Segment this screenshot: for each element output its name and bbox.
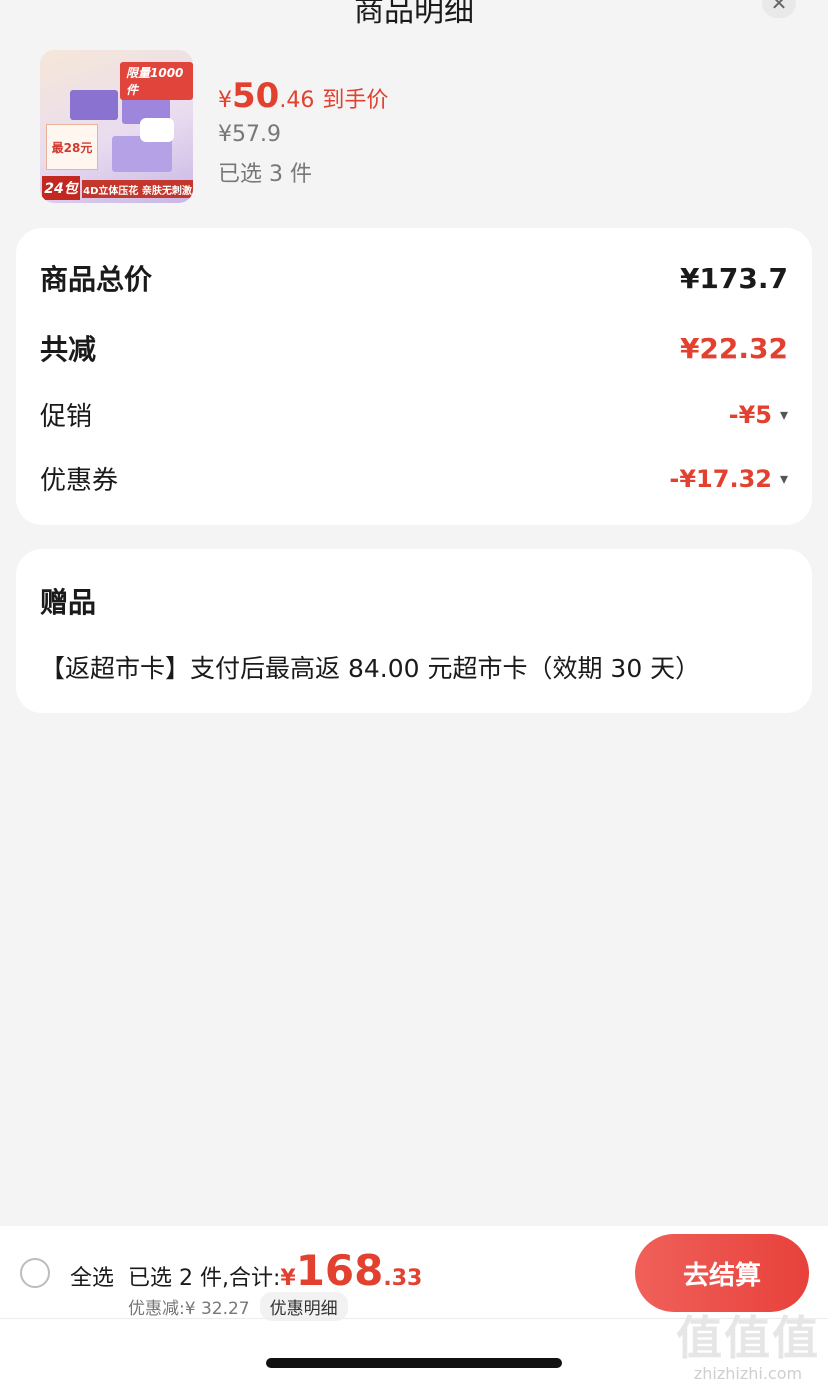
image-badge: 限量1000件 <box>120 62 193 100</box>
coupon-value: -¥17.32 <box>669 464 772 493</box>
checkout-button[interactable]: 去结算 <box>635 1234 809 1312</box>
watermark-site: zhizhizhi.com <box>693 1364 803 1383</box>
product-summary: 限量1000件 最28元 24包 4D立体压花 亲肤无刺激 ¥50.46 到手价 … <box>40 50 800 210</box>
gift-title: 赠品 <box>40 586 97 619</box>
coupon-label: 优惠券 <box>40 466 119 496</box>
original-price: ¥57.9 <box>218 122 281 147</box>
select-all-label[interactable]: 全选 <box>70 1260 114 1292</box>
gift-description: 【返超市卡】支付后最高返 84.00 元超市卡（效期 30 天） <box>40 654 701 683</box>
promotion-value: -¥5 <box>728 400 772 429</box>
product-image: 限量1000件 最28元 24包 4D立体压花 亲肤无刺激 <box>40 50 193 203</box>
total-price-label: 商品总价 <box>40 263 153 296</box>
cart-total-integer: 168 <box>295 1246 384 1295</box>
image-banner: 4D立体压花 亲肤无刺激 <box>82 180 193 198</box>
image-promo: 最28元 <box>46 124 98 170</box>
promotion-value-wrap[interactable]: -¥5 ▾ <box>729 401 788 429</box>
select-all-checkbox[interactable] <box>20 1258 50 1288</box>
tissue-pack-shape <box>70 90 118 120</box>
header: 商品明细 ✕ <box>0 0 828 40</box>
tissue-shape <box>140 118 174 142</box>
price-tag: 到手价 <box>322 88 389 113</box>
price-decimal: .46 <box>279 88 315 113</box>
discount-amount: 优惠减:¥ 32.27 <box>128 1299 250 1319</box>
reduction-value: ¥22.32 <box>679 331 788 365</box>
final-price: ¥50.46 到手价 <box>218 76 388 116</box>
selected-count: 已选 3 件 <box>218 162 312 187</box>
cart-total-currency: ¥ <box>280 1266 296 1291</box>
discount-detail-link[interactable]: 优惠明细 <box>259 1292 348 1321</box>
promotion-row[interactable]: 促销 -¥5 ▾ <box>40 396 788 433</box>
image-pack-count: 24包 <box>42 176 80 200</box>
total-price-value: ¥173.7 <box>679 261 788 295</box>
chevron-down-icon[interactable]: ▾ <box>780 469 788 488</box>
gift-card: 赠品 【返超市卡】支付后最高返 84.00 元超市卡（效期 30 天） <box>16 549 812 713</box>
cart-total: 已选 2 件,合计:¥168.33 <box>128 1246 422 1295</box>
price-currency: ¥ <box>218 88 232 113</box>
watermark-mark: 值值值 <box>676 1311 820 1365</box>
discount-summary: 优惠减:¥ 32.27 优惠明细 <box>128 1292 348 1321</box>
promotion-label: 促销 <box>40 402 93 432</box>
reduction-label: 共减 <box>40 333 97 366</box>
checkout-bar: 全选 已选 2 件,合计:¥168.33 优惠减:¥ 32.27 优惠明细 去结算… <box>0 1226 828 1384</box>
cart-total-label: 已选 2 件,合计: <box>128 1266 281 1291</box>
price-integer: 50 <box>232 76 280 116</box>
page-title: 商品明细 <box>354 0 474 29</box>
cart-total-decimal: .33 <box>383 1266 423 1291</box>
total-price-row: 商品总价 ¥173.7 <box>40 258 788 298</box>
coupon-row[interactable]: 优惠券 -¥17.32 ▾ <box>40 460 788 497</box>
watermark-logo: 值值值 zhizhizhi.com <box>676 1302 820 1383</box>
reduction-row: 共减 ¥22.32 <box>40 328 788 368</box>
chevron-down-icon[interactable]: ▾ <box>780 405 788 424</box>
home-indicator[interactable] <box>266 1358 562 1368</box>
coupon-value-wrap[interactable]: -¥17.32 ▾ <box>669 465 788 493</box>
price-summary-card: 商品总价 ¥173.7 共减 ¥22.32 促销 -¥5 ▾ 优惠券 -¥17.3… <box>16 228 812 525</box>
